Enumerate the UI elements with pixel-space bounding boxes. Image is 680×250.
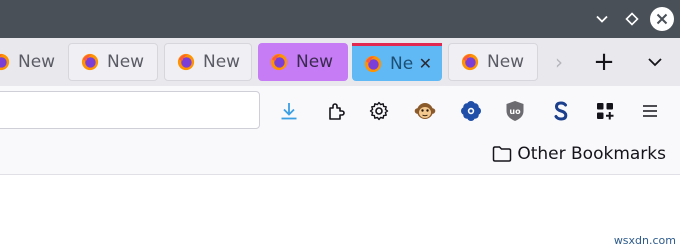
tab-label: New — [487, 52, 525, 72]
new-tab-button[interactable]: + — [590, 47, 618, 77]
download-icon — [281, 103, 297, 120]
tab-label: Ne — [390, 53, 414, 74]
svg-text:uo: uo — [509, 107, 521, 116]
apps-grid-button[interactable] — [593, 99, 617, 123]
firefox-icon — [461, 53, 479, 71]
chevron-down-icon — [648, 58, 662, 67]
tab-new-1[interactable]: New — [0, 43, 62, 81]
scroll-tabs-right-icon[interactable]: › — [548, 50, 570, 74]
tab-label: New — [18, 52, 56, 72]
tab-label: New — [107, 52, 145, 72]
firefox-icon — [81, 53, 99, 71]
tab-label: New — [296, 52, 334, 72]
ublock-button[interactable]: uo — [503, 99, 527, 123]
close-window-button[interactable] — [650, 7, 674, 31]
maximize-icon — [625, 12, 639, 26]
close-icon — [656, 13, 668, 25]
bookmarks-toolbar: Other Bookmarks — [0, 136, 680, 175]
downloads-button[interactable] — [277, 99, 301, 123]
s-extension-button[interactable] — [549, 99, 573, 123]
watermark: wsxdn.com — [613, 234, 676, 247]
menu-icon — [643, 105, 657, 117]
monkey-extension-button[interactable] — [413, 99, 437, 123]
settings-button[interactable] — [367, 99, 391, 123]
folder-icon — [493, 146, 512, 162]
menu-button[interactable] — [638, 99, 662, 123]
maximize-button[interactable] — [620, 7, 644, 31]
apps-grid-icon — [597, 103, 614, 120]
nav-toolbar: uo — [0, 86, 680, 136]
other-bookmarks-item[interactable]: Other Bookmarks — [492, 144, 666, 164]
s-extension-icon — [554, 101, 568, 121]
monkey-extension-icon — [414, 103, 436, 119]
url-bar[interactable] — [0, 91, 260, 129]
title-bar — [0, 0, 680, 38]
firefox-icon — [177, 53, 195, 71]
tab-new-6[interactable]: New — [448, 43, 538, 81]
extensions-icon — [329, 103, 345, 120]
tab-label: New — [203, 52, 241, 72]
minimize-icon — [596, 15, 608, 23]
page-content — [0, 175, 680, 250]
tab-active[interactable]: Ne ✕ — [352, 43, 442, 81]
flower-extension-icon — [461, 101, 481, 121]
firefox-icon — [0, 53, 10, 71]
minimize-button[interactable] — [590, 7, 614, 31]
flower-extension-button[interactable] — [459, 99, 483, 123]
close-tab-icon[interactable]: ✕ — [419, 54, 432, 73]
extensions-button[interactable] — [324, 99, 348, 123]
tab-new-3[interactable]: New — [164, 43, 252, 81]
firefox-icon — [270, 53, 288, 71]
tab-new-4[interactable]: New — [258, 43, 348, 81]
firefox-icon — [364, 55, 382, 72]
ublock-icon: uo — [506, 101, 524, 121]
settings-icon — [369, 101, 389, 121]
tab-strip: New New New New Ne ✕ New › + — [0, 38, 680, 86]
tab-new-2[interactable]: New — [68, 43, 158, 81]
other-bookmarks-label: Other Bookmarks — [517, 144, 666, 164]
list-all-tabs-button[interactable] — [642, 50, 668, 74]
